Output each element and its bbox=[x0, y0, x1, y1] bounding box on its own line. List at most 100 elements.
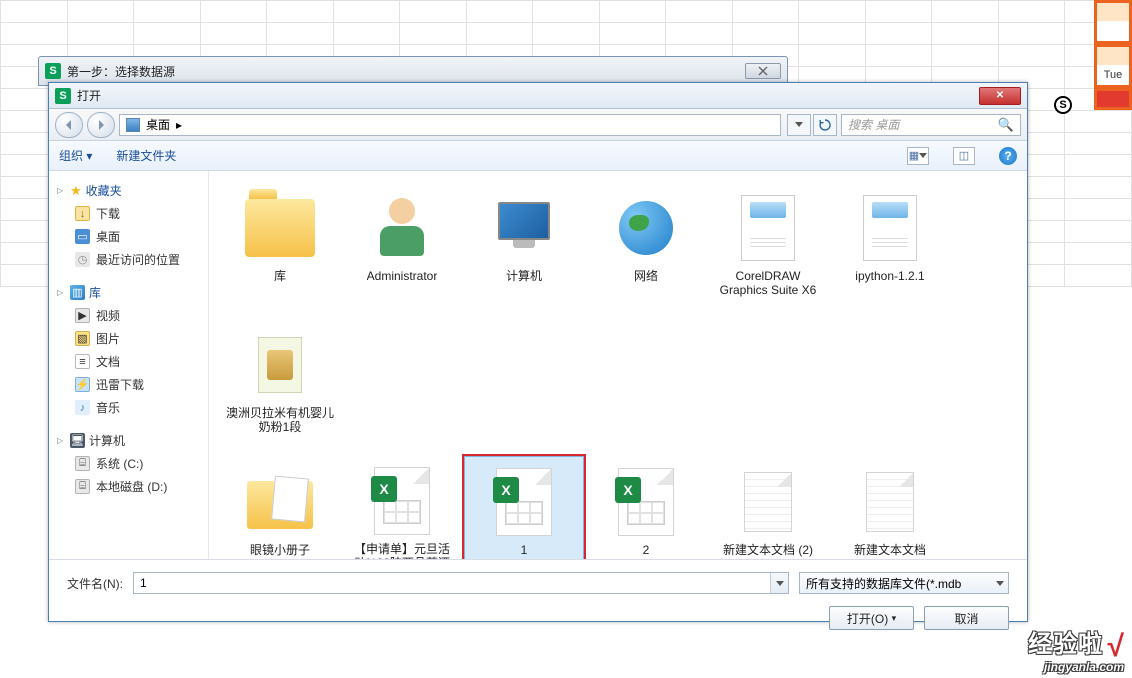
file-name: 【申请单】元旦活动%28陕西品萃酒业%29%282018.1.... bbox=[347, 542, 457, 559]
sidebar-item-desktop[interactable]: ▭ 桌面 bbox=[55, 225, 202, 248]
file-item[interactable]: ipython-1.2.1 bbox=[830, 182, 950, 317]
s-circle-icon: S bbox=[1054, 96, 1072, 114]
filename-value: 1 bbox=[140, 576, 147, 590]
preview-pane-button[interactable]: ◫ bbox=[953, 147, 975, 165]
chevron-down-icon bbox=[795, 122, 803, 127]
breadcrumb-path[interactable]: 桌面 ▸ bbox=[119, 114, 781, 136]
watermark-text: 经验啦 bbox=[1028, 624, 1103, 659]
expand-icon: ▷ bbox=[57, 288, 66, 297]
search-icon[interactable]: 🔍 bbox=[998, 117, 1014, 133]
help-button[interactable]: ? bbox=[999, 147, 1017, 165]
file-item[interactable]: X 【申请单】元旦活动%28陕西品萃酒业%29%282018.1.... bbox=[342, 456, 462, 559]
check-icon: √ bbox=[1108, 630, 1124, 664]
toolbar: 组织 ▾ 新建文件夹 ▦ ◫ ? bbox=[49, 141, 1027, 171]
sidebar-item-thunder[interactable]: ⚡ 迅雷下载 bbox=[55, 373, 202, 396]
chevron-down-icon bbox=[776, 581, 784, 586]
sidebar-item-documents[interactable]: ≡ 文档 bbox=[55, 350, 202, 373]
star-icon: ★ bbox=[70, 183, 82, 199]
refresh-button[interactable] bbox=[813, 114, 837, 136]
wps-app-icon: S bbox=[45, 63, 61, 79]
sidebar-item-music[interactable]: ♪ 音乐 bbox=[55, 396, 202, 419]
file-name: 澳洲贝拉米有机婴儿奶粉1段 bbox=[225, 406, 335, 435]
organize-button[interactable]: 组织 ▾ bbox=[59, 147, 92, 164]
dialog-titlebar[interactable]: S 打开 ✕ bbox=[49, 83, 1027, 109]
bottom-panel: 文件名(N): 1 所有支持的数据库文件(*.mdb 打开(O) ▾ 取消 bbox=[49, 559, 1027, 653]
sidebar-item-computer[interactable]: ▷ 🖥 计算机 bbox=[55, 429, 202, 452]
filename-dropdown[interactable] bbox=[770, 573, 788, 593]
file-item[interactable]: 计算机 bbox=[464, 182, 584, 317]
sidebar-item-label: 下载 bbox=[96, 205, 120, 222]
drive-icon: ⌸ bbox=[75, 479, 90, 494]
open-button[interactable]: 打开(O) ▾ bbox=[829, 606, 914, 630]
expand-icon: ▷ bbox=[57, 436, 66, 445]
file-name: 1 bbox=[521, 543, 528, 557]
path-segment[interactable]: 桌面 bbox=[146, 116, 170, 133]
desktop-icon bbox=[126, 118, 140, 132]
file-item[interactable]: X2 bbox=[586, 456, 706, 559]
library-label: 库 bbox=[89, 284, 101, 301]
file-thumb bbox=[851, 189, 929, 267]
file-item[interactable]: 眼镜小册子 bbox=[220, 456, 340, 559]
file-item[interactable]: 新建文本文档 (2) bbox=[708, 456, 828, 559]
file-item[interactable]: X1 bbox=[464, 456, 584, 559]
back-button[interactable] bbox=[55, 112, 83, 138]
file-item[interactable]: CorelDRAW Graphics Suite X6 bbox=[708, 182, 828, 317]
file-thumb bbox=[607, 189, 685, 267]
library-icon: ▥ bbox=[70, 285, 85, 300]
file-item[interactable]: Administrator bbox=[342, 182, 462, 317]
file-item[interactable]: 库 bbox=[220, 182, 340, 317]
file-thumb bbox=[729, 189, 807, 267]
path-arrow-icon[interactable]: ▸ bbox=[176, 118, 182, 132]
sidebar-item-label: 图片 bbox=[96, 330, 120, 347]
calendar-tue-label: Tue bbox=[1097, 65, 1129, 85]
file-name: 眼镜小册子 bbox=[250, 543, 310, 557]
filename-label: 文件名(N): bbox=[67, 575, 123, 592]
file-thumb bbox=[485, 189, 563, 267]
close-button[interactable]: ✕ bbox=[979, 87, 1021, 105]
watermark: 经验啦 √ jingyanla.com bbox=[1028, 624, 1124, 674]
file-thumb bbox=[729, 463, 807, 541]
sidebar-item-label: 迅雷下载 bbox=[96, 376, 144, 393]
cancel-button[interactable]: 取消 bbox=[924, 606, 1009, 630]
computer-icon: 🖥 bbox=[70, 433, 85, 448]
view-mode-button[interactable]: ▦ bbox=[907, 147, 929, 165]
file-name: 库 bbox=[274, 269, 286, 283]
sidebar-favorites: ▷ ★ 收藏夹 ↓ 下载 ▭ 桌面 ◷ 最近访问的位置 bbox=[55, 179, 202, 271]
filename-input[interactable]: 1 bbox=[133, 572, 789, 594]
sidebar-item-library[interactable]: ▷ ▥ 库 bbox=[55, 281, 202, 304]
sidebar-item-label: 桌面 bbox=[96, 228, 120, 245]
forward-button[interactable] bbox=[87, 112, 115, 138]
file-thumb bbox=[363, 189, 441, 267]
file-thumb: X bbox=[363, 463, 441, 540]
file-name: 网络 bbox=[634, 269, 658, 283]
search-input[interactable]: 搜索 桌面 🔍 bbox=[841, 114, 1021, 136]
picture-icon: ▧ bbox=[75, 331, 90, 346]
sidebar-item-drive-d[interactable]: ⌸ 本地磁盘 (D:) bbox=[55, 475, 202, 498]
file-item[interactable]: 网络 bbox=[586, 182, 706, 317]
file-grid[interactable]: 库 Administrator 计算机网络 CorelDRAW Graphics Su… bbox=[209, 171, 1027, 559]
new-folder-button[interactable]: 新建文件夹 bbox=[116, 147, 176, 164]
path-dropdown-button[interactable] bbox=[787, 114, 811, 136]
file-thumb bbox=[241, 326, 319, 404]
sidebar-item-drive-c[interactable]: ⌸ 系统 (C:) bbox=[55, 452, 202, 475]
sidebar-item-pictures[interactable]: ▧ 图片 bbox=[55, 327, 202, 350]
filetype-filter[interactable]: 所有支持的数据库文件(*.mdb bbox=[799, 572, 1009, 594]
sidebar-item-downloads[interactable]: ↓ 下载 bbox=[55, 202, 202, 225]
file-thumb bbox=[851, 463, 929, 541]
sidebar-item-favorites[interactable]: ▷ ★ 收藏夹 bbox=[55, 179, 202, 202]
file-item[interactable]: 澳洲贝拉米有机婴儿奶粉1段 bbox=[220, 319, 340, 454]
chevron-down-icon bbox=[996, 581, 1004, 586]
sidebar-item-label: 系统 (C:) bbox=[96, 455, 143, 472]
sidebar-item-recent[interactable]: ◷ 最近访问的位置 bbox=[55, 248, 202, 271]
sidebar-item-videos[interactable]: ▶ 视频 bbox=[55, 304, 202, 327]
thunder-icon: ⚡ bbox=[75, 377, 90, 392]
sidebar-item-label: 音乐 bbox=[96, 399, 120, 416]
desktop-widget-calendar: Tue S bbox=[1094, 0, 1132, 110]
file-thumb: X bbox=[485, 463, 563, 541]
file-item[interactable]: 新建文本文档 bbox=[830, 456, 950, 559]
step-close-button[interactable] bbox=[745, 63, 781, 79]
chevron-down-icon bbox=[919, 153, 927, 158]
file-name: Administrator bbox=[367, 269, 438, 283]
file-name: ipython-1.2.1 bbox=[855, 269, 924, 283]
computer-label: 计算机 bbox=[89, 432, 125, 449]
